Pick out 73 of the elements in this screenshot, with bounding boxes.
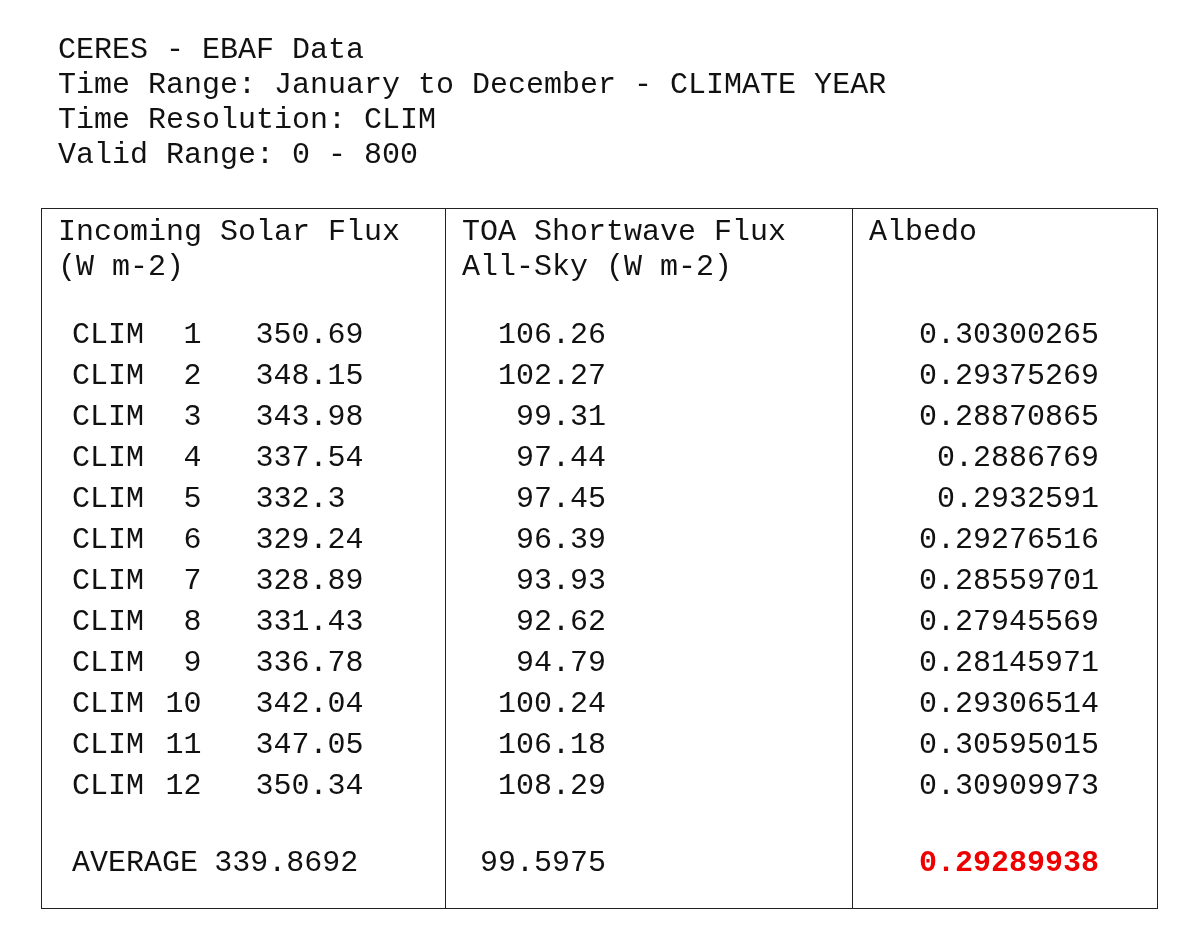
column-header: (W m-2) [58, 250, 186, 285]
table-cell: 0.29306514 [918, 687, 1099, 721]
table-cell: 96.39 [516, 523, 606, 557]
table-cell-text: 12 [165, 768, 202, 805]
table-cell-text: CLIM [72, 727, 144, 764]
table-cell-text: 343.98 [255, 399, 364, 436]
table-cell: 102.27 [497, 359, 606, 393]
table-cell-text: 350.34 [255, 768, 364, 805]
table-cell-text: 2 [183, 358, 202, 395]
table-cell: 0.28870865 [918, 400, 1099, 434]
table-cell-text: 329.24 [255, 522, 364, 559]
table-cell-text: CLIM [72, 317, 144, 354]
table-cell-text: CLIM [72, 358, 144, 395]
table-cell-text: 342.04 [255, 686, 364, 723]
table-cell: 108.29 [497, 769, 606, 803]
table-cell: 0.28559701 [918, 564, 1099, 598]
table-cell-text: CLIM [72, 645, 144, 682]
header-line: Valid Range: 0 - 800 [58, 138, 420, 173]
table-cell: 100.24 [497, 687, 606, 721]
table-cell-text: CLIM [72, 399, 144, 436]
table-cell-text: CLIM [72, 686, 144, 723]
table-cell: 0.30300265 [918, 318, 1099, 352]
table-cell: 0.29276516 [918, 523, 1099, 557]
column-header: Incoming Solar Flux [58, 215, 402, 250]
table-cell-text: CLIM [72, 563, 144, 600]
table-cell: 0.2886769 [936, 441, 1099, 475]
table-cell: 0.30595015 [918, 728, 1099, 762]
table-cell: 0.2932591 [936, 482, 1099, 516]
table-cell: 106.18 [497, 728, 606, 762]
table-cell: 0.29289938 [918, 846, 1099, 880]
table-cell: 99.5975 [479, 846, 606, 880]
table-cell: 92.62 [516, 605, 606, 639]
table-cell-text: CLIM [72, 768, 144, 805]
table-cell-text: 348.15 [255, 358, 364, 395]
header-line: CERES - EBAF Data [58, 33, 366, 68]
table-cell: 99.31 [516, 400, 606, 434]
header-line: Time Range: January to December - CLIMATE YEAR [58, 68, 888, 103]
table-cell-text: 347.05 [255, 727, 364, 764]
table-cell-text: 5 [183, 481, 202, 518]
table-cell-text: 11 [165, 727, 202, 764]
table-cell: 0.29375269 [918, 359, 1099, 393]
table-cell: 0.28145971 [918, 646, 1099, 680]
column-header: TOA Shortwave Flux [462, 215, 788, 250]
table-cell-text: 339.8692 [214, 845, 359, 882]
header-line: Time Resolution: CLIM [58, 103, 438, 138]
table-cell-text: 350.69 [255, 317, 364, 354]
table-cell: 106.26 [497, 318, 606, 352]
table-cell-text: 328.89 [255, 563, 364, 600]
table-cell: 0.27945569 [918, 605, 1099, 639]
table-cell-text: 7 [183, 563, 202, 600]
table-cell-text: 6 [183, 522, 202, 559]
table-cell-text: 10 [165, 686, 202, 723]
table-cell-text: 9 [183, 645, 202, 682]
table-cell: 93.93 [516, 564, 606, 598]
table-cell-text: CLIM [72, 440, 144, 477]
table-cell-text: 1 [183, 317, 202, 354]
table-cell-text: AVERAGE [72, 845, 199, 882]
column-header: Albedo [869, 215, 979, 250]
table-cell-text: CLIM [72, 604, 144, 641]
table-cell-text: 336.78 [255, 645, 364, 682]
table-cell-text: 332.3 [255, 481, 346, 518]
table-cell-text: 8 [183, 604, 202, 641]
table-cell: 94.79 [516, 646, 606, 680]
table-cell: 97.44 [516, 441, 606, 475]
table-cell-text: CLIM [72, 481, 144, 518]
table-cell-text: CLIM [72, 522, 144, 559]
table-cell: 97.45 [516, 482, 606, 516]
table-cell-text: 3 [183, 399, 202, 436]
table-cell: 0.30909973 [918, 769, 1099, 803]
table-cell-text: 4 [183, 440, 202, 477]
table-cell-text: 337.54 [255, 440, 364, 477]
column-header: All-Sky (W m-2) [462, 250, 734, 285]
table-cell-text: 331.43 [255, 604, 364, 641]
